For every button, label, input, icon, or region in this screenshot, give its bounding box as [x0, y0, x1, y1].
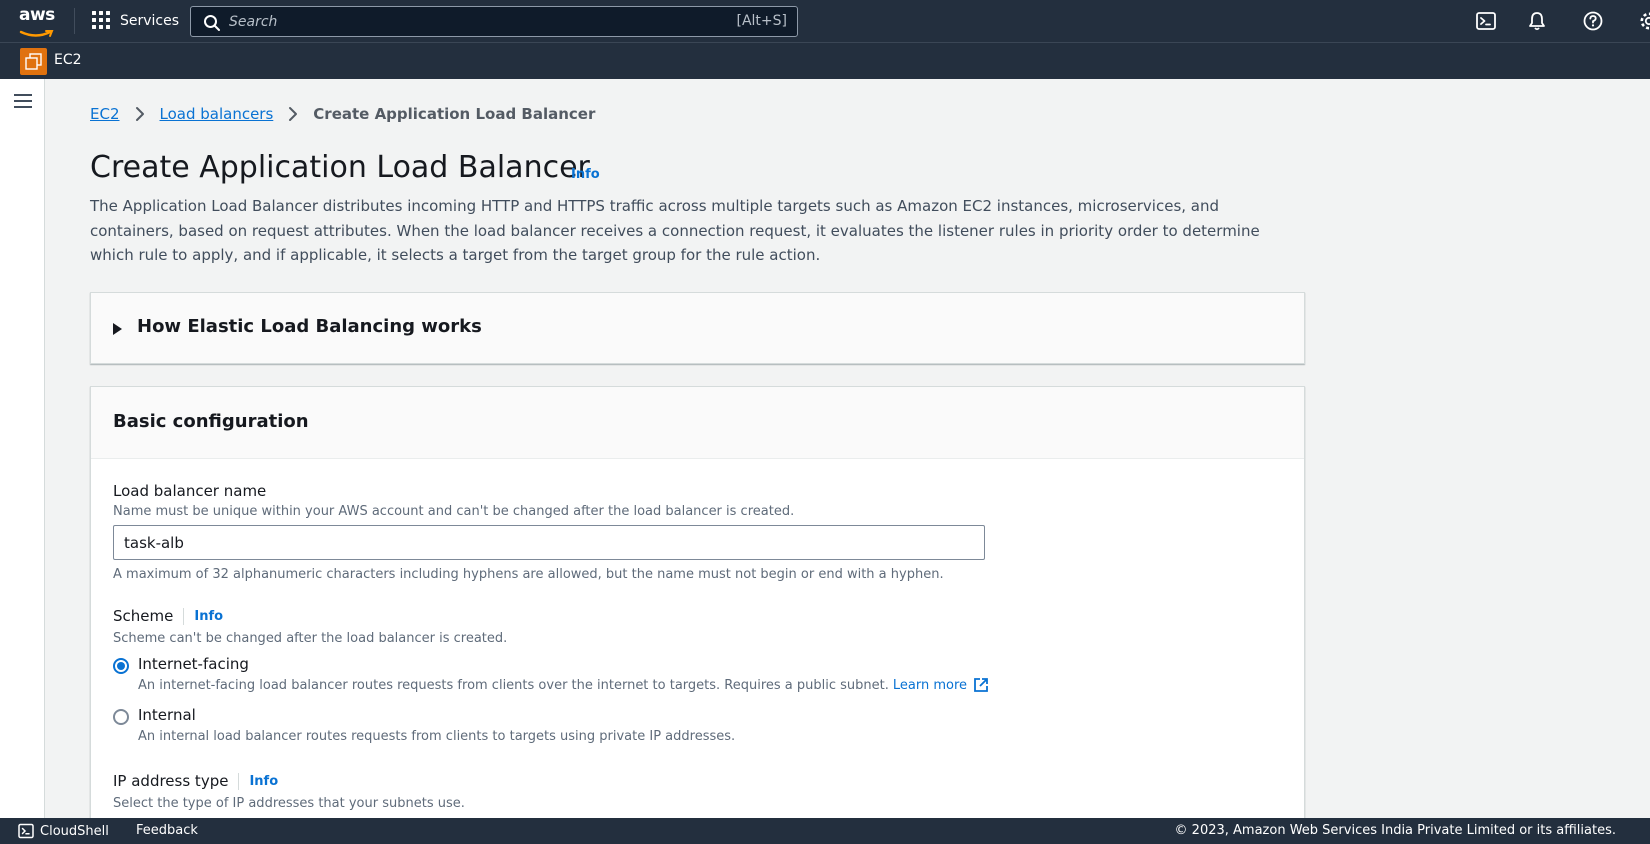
cloudshell-label: CloudShell — [40, 823, 109, 839]
scheme-info-link[interactable]: Info — [194, 609, 223, 624]
chevron-right-icon — [289, 107, 298, 121]
basic-configuration-title: Basic configuration — [113, 411, 309, 432]
top-navigation: aws Services [Alt+S] — [0, 0, 1650, 42]
ip-address-type-label: IP address type — [113, 772, 229, 790]
label-divider — [238, 772, 240, 790]
breadcrumb-link-load-balancers[interactable]: Load balancers — [160, 105, 274, 123]
aws-logo[interactable]: aws — [19, 5, 57, 37]
internet-facing-description: An internet-facing load balancer routes … — [138, 677, 889, 693]
internal-radio[interactable] — [113, 709, 129, 725]
internal-label[interactable]: Internal — [138, 706, 196, 724]
nav-divider — [74, 8, 75, 34]
load-balancer-name-input[interactable] — [113, 525, 985, 560]
aws-smile-icon — [19, 30, 54, 37]
aws-logo-text: aws — [19, 5, 55, 25]
load-balancer-name-description: Name must be unique within your AWS acco… — [113, 504, 795, 519]
search-input[interactable] — [229, 11, 679, 33]
breadcrumb-link-ec2[interactable]: EC2 — [90, 105, 120, 123]
cloudshell-icon[interactable] — [1475, 10, 1497, 32]
internet-facing-label[interactable]: Internet-facing — [138, 655, 249, 673]
breadcrumb: EC2 Load balancers Create Application Lo… — [90, 104, 595, 124]
ec2-service-icon[interactable] — [20, 48, 47, 75]
search-shortcut: [Alt+S] — [736, 13, 788, 29]
load-balancer-name-label: Load balancer name — [113, 482, 267, 500]
label-divider — [183, 607, 185, 625]
load-balancer-name-constraint: A maximum of 32 alphanumeric characters … — [113, 567, 944, 582]
scheme-label-row: Scheme Info — [113, 607, 223, 625]
basic-configuration-panel: Basic configuration Load balancer name N… — [90, 386, 1305, 826]
cloudshell-button[interactable]: CloudShell — [18, 823, 109, 839]
hamburger-menu-icon[interactable] — [13, 93, 33, 109]
learn-more-link[interactable]: Learn more — [893, 678, 967, 693]
basic-configuration-header: Basic configuration — [91, 387, 1304, 459]
footer-bar: CloudShell Feedback © 2023, Amazon Web S… — [0, 818, 1650, 844]
service-bar: EC2 — [0, 42, 1650, 79]
cloudshell-footer-icon — [18, 823, 34, 839]
scheme-description: Scheme can't be changed after the load b… — [113, 631, 508, 646]
caret-right-icon — [113, 323, 122, 335]
services-menu-button[interactable]: Services — [92, 10, 179, 32]
help-icon[interactable] — [1582, 10, 1604, 32]
settings-gear-icon[interactable] — [1638, 10, 1650, 32]
services-grid-icon — [92, 11, 112, 31]
internal-description: An internal load balancer routes request… — [138, 729, 736, 744]
ip-address-type-info-link[interactable]: Info — [249, 774, 278, 789]
external-link-icon[interactable] — [973, 677, 989, 693]
page-description: The Application Load Balancer distribute… — [90, 197, 1260, 264]
side-navigation-rail — [0, 79, 45, 818]
ec2-instances-icon — [25, 53, 42, 70]
ip-address-type-description: Select the type of IP addresses that you… — [113, 796, 465, 811]
breadcrumb-current: Create Application Load Balancer — [313, 105, 596, 123]
title-info-link[interactable]: Info — [571, 167, 600, 182]
ec2-service-link[interactable]: EC2 — [54, 52, 82, 68]
feedback-link[interactable]: Feedback — [136, 823, 198, 838]
services-label: Services — [120, 13, 180, 29]
ip-address-type-label-row: IP address type Info — [113, 772, 278, 790]
scheme-label: Scheme — [113, 607, 174, 625]
how-elb-works-title: How Elastic Load Balancing works — [137, 316, 482, 337]
notifications-bell-icon[interactable] — [1526, 10, 1548, 32]
internet-facing-description-row: An internet-facing load balancer routes … — [138, 677, 989, 693]
how-elb-works-expandable[interactable]: How Elastic Load Balancing works — [90, 292, 1305, 364]
page-title: Create Application Load Balancer — [90, 150, 590, 185]
search-box[interactable]: [Alt+S] — [190, 6, 798, 37]
chevron-right-icon — [135, 107, 144, 121]
internet-facing-radio[interactable] — [113, 658, 129, 674]
search-icon — [204, 15, 220, 31]
copyright-text: © 2023, Amazon Web Services India Privat… — [1174, 823, 1616, 838]
